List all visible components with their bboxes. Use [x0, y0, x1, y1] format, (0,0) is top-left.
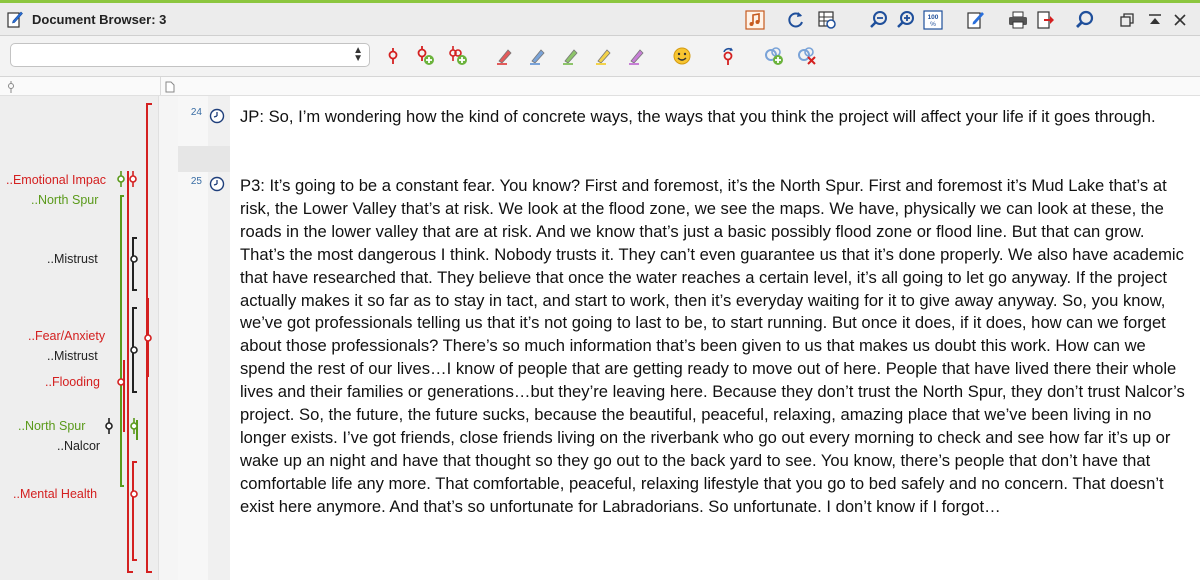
print-icon[interactable] — [1008, 10, 1028, 30]
refresh-icon[interactable] — [786, 10, 806, 30]
add-code-icon[interactable] — [414, 45, 436, 67]
code-label[interactable]: ..Flooding — [45, 375, 100, 389]
paragraph-number: 24 — [190, 107, 202, 118]
code-label[interactable]: ..Mistrust — [47, 252, 98, 266]
margin-area: ..Emotional Impac ..North Spur ..Mistrus… — [0, 96, 160, 580]
music-note-icon[interactable] — [745, 10, 765, 30]
remove-link-icon[interactable] — [796, 45, 818, 67]
highlighter-green-icon[interactable] — [560, 45, 582, 67]
code-marker-icon[interactable] — [116, 171, 126, 192]
code-label[interactable]: ..Fear/Anxiety — [28, 329, 105, 343]
coding-toolbar: ▲ ▼ — [0, 36, 1200, 77]
code-label[interactable]: ..North Spur — [31, 193, 98, 207]
code-label[interactable]: ..Mental Health — [13, 487, 97, 501]
code-marker-icon[interactable] — [143, 330, 153, 351]
zoom-100-icon[interactable]: 100% — [923, 10, 943, 30]
margin-scroll-strip — [158, 96, 179, 580]
code-plus-icon[interactable] — [447, 45, 469, 67]
add-link-icon[interactable] — [763, 45, 785, 67]
code-marker-icon[interactable] — [129, 418, 139, 439]
svg-text:100: 100 — [928, 14, 939, 21]
column-divider[interactable] — [160, 77, 161, 95]
highlighter-yellow-icon[interactable] — [593, 45, 615, 67]
code-marker-icon[interactable] — [129, 342, 139, 363]
highlighter-blue-icon[interactable] — [527, 45, 549, 67]
code-marker-icon[interactable] — [129, 486, 139, 507]
clock-icon[interactable] — [209, 176, 225, 192]
code-marker-icon[interactable] — [128, 171, 138, 192]
code-label[interactable]: ..Mistrust — [47, 349, 98, 363]
highlighter-purple-icon[interactable] — [626, 45, 648, 67]
title-bar: Document Browser: 3 100% — [0, 3, 1200, 36]
chevron-updown-icon: ▲ ▼ — [353, 45, 363, 64]
code-marker-icon[interactable] — [116, 374, 126, 395]
close-icon[interactable] — [1170, 10, 1190, 30]
code-marker-icon[interactable] — [129, 251, 139, 272]
code-marker-icon[interactable] — [104, 418, 114, 439]
paragraph-separator — [178, 146, 230, 172]
column-header — [0, 77, 1200, 96]
document-edit-icon — [7, 10, 23, 28]
window-title: Document Browser: 3 — [32, 12, 167, 27]
code-label[interactable]: ..Emotional Impac — [6, 173, 106, 187]
code-icon[interactable] — [382, 45, 404, 67]
highlighter-red-icon[interactable] — [494, 45, 516, 67]
paragraph-text: JP: So, I’m wondering how the kind of co… — [240, 107, 1156, 126]
code-combo-box[interactable]: ▲ ▼ — [10, 43, 370, 67]
clock-icon[interactable] — [209, 108, 225, 124]
table-refresh-icon[interactable] — [817, 10, 837, 30]
emoticon-icon[interactable] — [671, 45, 693, 67]
paragraph-number: 25 — [190, 176, 202, 187]
export-icon[interactable] — [1036, 10, 1056, 30]
search-icon[interactable] — [1075, 10, 1095, 30]
restore-window-icon[interactable] — [1117, 10, 1137, 30]
edit-icon[interactable] — [966, 10, 986, 30]
paragraph-text: P3: It’s going to be a constant fear. Yo… — [240, 176, 1185, 516]
code-label[interactable]: ..Nalcor — [57, 439, 100, 453]
zoom-in-icon[interactable] — [896, 10, 916, 30]
collapse-icon[interactable] — [1145, 10, 1165, 30]
code-label[interactable]: ..North Spur — [18, 419, 85, 433]
svg-text:%: % — [930, 21, 936, 28]
link-code-icon[interactable] — [717, 45, 739, 67]
zoom-out-icon[interactable] — [869, 10, 889, 30]
